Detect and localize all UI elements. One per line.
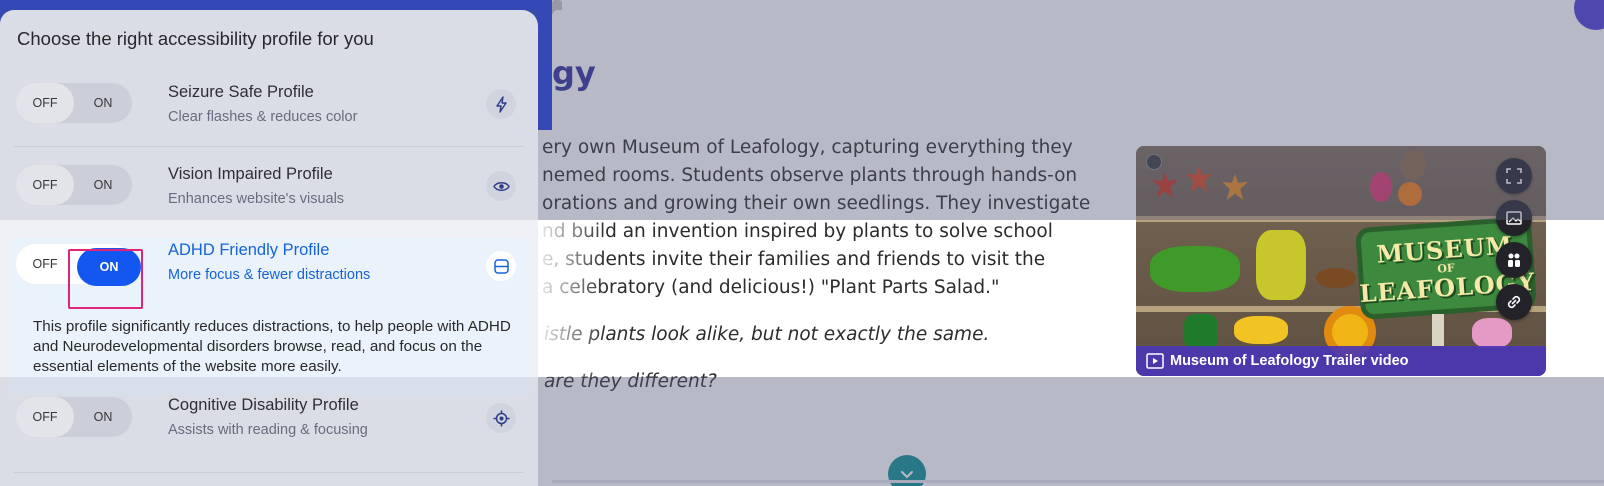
people-icon (1508, 253, 1520, 267)
video-caption-text: Museum of Leafology Trailer video (1170, 353, 1409, 369)
link-icon (1507, 295, 1521, 309)
peas-image (1150, 246, 1240, 292)
link-button[interactable] (1496, 284, 1532, 320)
sign-post (1432, 314, 1444, 346)
profile-subtitle: More focus & fewer distractions (168, 267, 371, 283)
profile-title: ADHD Friendly Profile (168, 241, 330, 259)
reading-mask-icon (486, 251, 516, 281)
flower-image (1256, 230, 1306, 300)
paragraph-line: e, students invite their families and fr… (542, 249, 1046, 270)
broccoli-image (1184, 314, 1218, 350)
highlight-box (68, 249, 143, 309)
paragraph-line: nd build an invention inspired by plants… (542, 221, 1053, 242)
italic-question-1: istle plants look alike, but not exactly… (544, 324, 990, 345)
video-play-icon (1146, 353, 1164, 369)
panel-overlay-top (0, 10, 538, 220)
paragraph-line: a celebratory (and delicious!) "Plant Pa… (542, 277, 1000, 298)
adhd-profile-description: This profile significantly reduces distr… (33, 318, 511, 375)
nuts-image (1316, 268, 1356, 288)
people-button[interactable] (1496, 242, 1532, 278)
toggle-off-option[interactable]: OFF (16, 244, 74, 284)
video-caption-bar[interactable]: Museum of Leafology Trailer video (1136, 346, 1546, 376)
orchid-image (1472, 318, 1512, 348)
banana-image (1234, 316, 1288, 344)
focus-band-edge (536, 220, 606, 377)
panel-overlay-bottom (0, 377, 538, 486)
